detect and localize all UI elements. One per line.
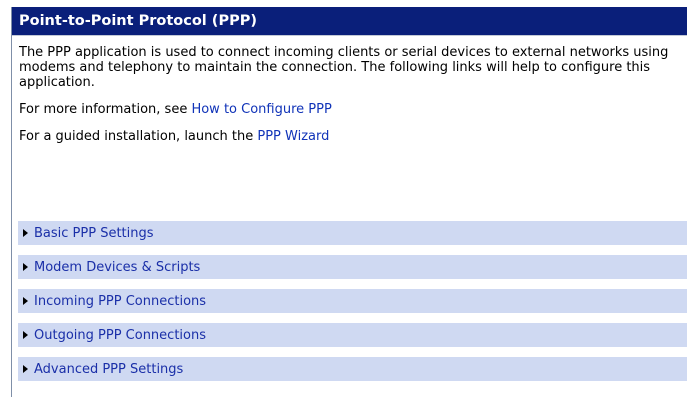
section-outgoing-ppp-connections[interactable]: Outgoing PPP Connections [18,323,687,347]
more-info-prefix: For more information, see [19,102,192,117]
section-basic-ppp-settings[interactable]: Basic PPP Settings [18,221,687,245]
section-list: Basic PPP Settings Modem Devices & Scrip… [18,221,687,391]
section-label: Modem Devices & Scripts [34,259,201,275]
how-to-configure-ppp-link[interactable]: How to Configure PPP [191,102,331,117]
section-label: Basic PPP Settings [34,225,154,241]
more-info-line: For more information, see How to Configu… [19,102,679,117]
expand-arrow-icon [23,331,28,339]
section-label: Incoming PPP Connections [34,293,207,309]
panel-content: The PPP application is used to connect i… [12,36,687,144]
section-incoming-ppp-connections[interactable]: Incoming PPP Connections [18,289,687,313]
guided-install-line: For a guided installation, launch the PP… [19,129,679,144]
expand-arrow-icon [23,297,28,305]
panel-title: Point-to-Point Protocol (PPP) [12,7,687,36]
expand-arrow-icon [23,365,28,373]
ppp-panel: Point-to-Point Protocol (PPP) The PPP ap… [11,7,687,397]
section-label: Advanced PPP Settings [34,361,184,377]
expand-arrow-icon [23,229,28,237]
section-advanced-ppp-settings[interactable]: Advanced PPP Settings [18,357,687,381]
intro-text: The PPP application is used to connect i… [19,45,669,90]
expand-arrow-icon [23,263,28,271]
guided-prefix: For a guided installation, launch the [19,129,258,144]
section-label: Outgoing PPP Connections [34,327,206,343]
ppp-wizard-link[interactable]: PPP Wizard [257,129,329,144]
section-modem-devices-scripts[interactable]: Modem Devices & Scripts [18,255,687,279]
